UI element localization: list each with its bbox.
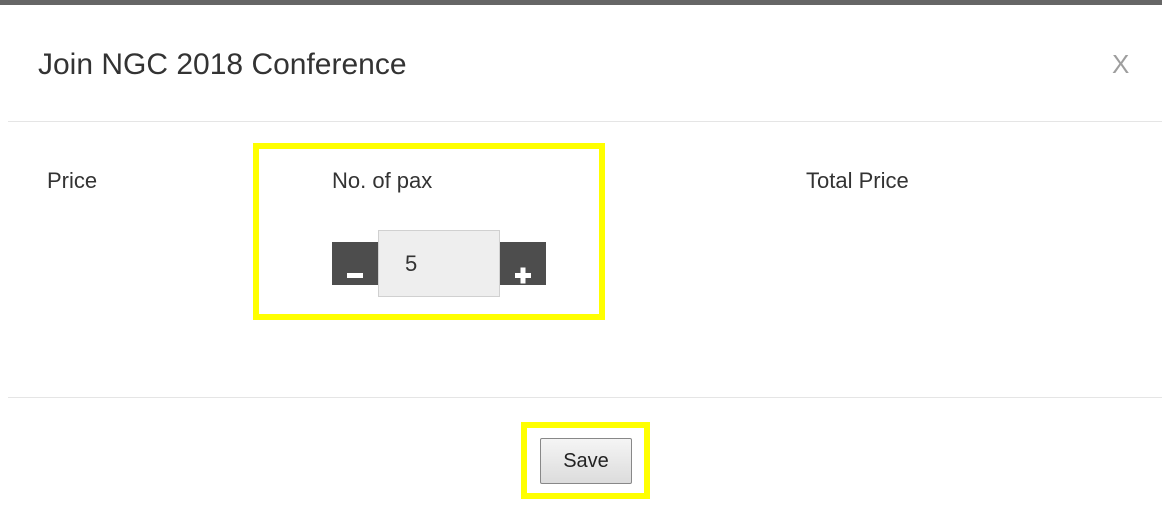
modal-header: Join NGC 2018 Conference X [0,5,1162,121]
plus-icon [515,267,531,284]
header-divider [8,121,1162,122]
footer-divider [8,397,1162,398]
price-label: Price [47,168,98,193]
pax-quantity-input[interactable] [378,230,500,297]
close-button[interactable]: X [1112,49,1129,79]
total-price-label: Total Price [806,168,909,193]
minus-icon [347,273,363,278]
increment-button[interactable] [500,242,546,285]
decrement-button[interactable] [332,242,378,285]
modal-title: Join NGC 2018 Conference [38,48,407,81]
save-button[interactable]: Save [540,438,632,484]
join-conference-modal: Join NGC 2018 Conference X Price No. of … [0,0,1162,523]
